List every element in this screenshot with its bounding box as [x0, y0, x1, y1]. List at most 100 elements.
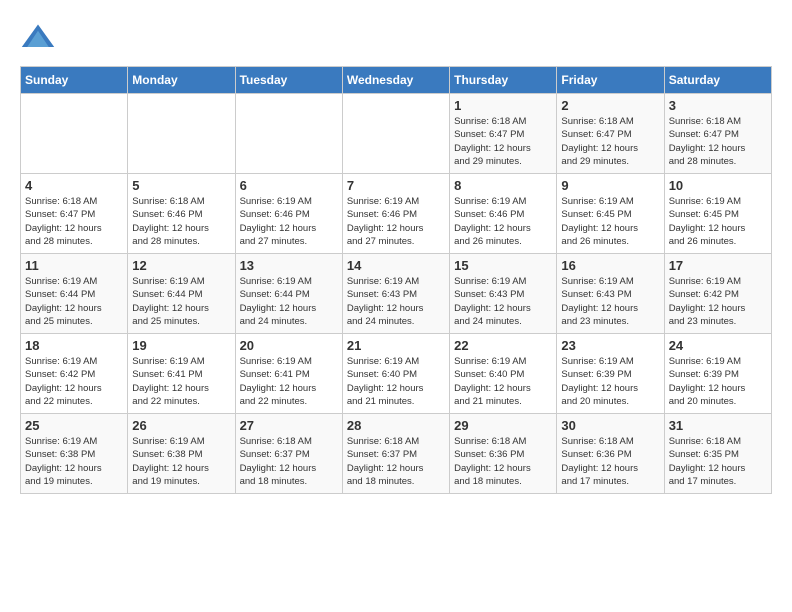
day-number: 13: [240, 258, 338, 273]
day-number: 11: [25, 258, 123, 273]
calendar-header: SundayMondayTuesdayWednesdayThursdayFrid…: [21, 67, 772, 94]
day-cell: 24 Sunrise: 6:19 AM Sunset: 6:39 PM Dayli…: [664, 334, 771, 414]
week-row-2: 4Sunrise: 6:18 AM Sunset: 6:47 PM Daylig…: [21, 174, 772, 254]
day-number: 3: [669, 98, 767, 113]
day-number: 19: [132, 338, 230, 353]
day-cell: 22 Sunrise: 6:19 AM Sunset: 6:40 PM Dayli…: [450, 334, 557, 414]
day-info: Sunrise: 6:19 AM Sunset: 6:41 PM Dayligh…: [132, 355, 230, 408]
day-number: 27: [240, 418, 338, 433]
day-cell: 8 Sunrise: 6:19 AM Sunset: 6:46 PM Daylig…: [450, 174, 557, 254]
header-day-saturday: Saturday: [664, 67, 771, 94]
header-day-sunday: Sunday: [21, 67, 128, 94]
day-cell: 1 Sunrise: 6:18 AM Sunset: 6:47 PM Daylig…: [450, 94, 557, 174]
day-number: 30: [561, 418, 659, 433]
day-number: 5: [132, 178, 230, 193]
day-number: 7: [347, 178, 445, 193]
header-day-wednesday: Wednesday: [342, 67, 449, 94]
day-cell: 6 Sunrise: 6:19 AM Sunset: 6:46 PM Daylig…: [235, 174, 342, 254]
day-cell: 25 Sunrise: 6:19 AM Sunset: 6:38 PM Dayli…: [21, 414, 128, 494]
day-info: Sunrise: 6:19 AM Sunset: 6:44 PM Dayligh…: [240, 275, 338, 328]
day-info: Sunrise: 6:19 AM Sunset: 6:45 PM Dayligh…: [669, 195, 767, 248]
day-info: Sunrise: 6:19 AM Sunset: 6:39 PM Dayligh…: [561, 355, 659, 408]
day-number: 24: [669, 338, 767, 353]
day-number: 10: [669, 178, 767, 193]
day-info: Sunrise: 6:18 AM Sunset: 6:35 PM Dayligh…: [669, 435, 767, 488]
day-cell: 14 Sunrise: 6:19 AM Sunset: 6:43 PM Dayli…: [342, 254, 449, 334]
day-info: Sunrise: 6:18 AM Sunset: 6:47 PM Dayligh…: [669, 115, 767, 168]
day-number: 16: [561, 258, 659, 273]
header-row: SundayMondayTuesdayWednesdayThursdayFrid…: [21, 67, 772, 94]
day-number: 14: [347, 258, 445, 273]
day-number: 6: [240, 178, 338, 193]
day-info: Sunrise: 6:18 AM Sunset: 6:36 PM Dayligh…: [561, 435, 659, 488]
day-info: Sunrise: 6:19 AM Sunset: 6:42 PM Dayligh…: [669, 275, 767, 328]
day-cell: [128, 94, 235, 174]
day-info: Sunrise: 6:18 AM Sunset: 6:47 PM Dayligh…: [454, 115, 552, 168]
day-info: Sunrise: 6:18 AM Sunset: 6:47 PM Dayligh…: [25, 195, 123, 248]
day-number: 21: [347, 338, 445, 353]
day-info: Sunrise: 6:19 AM Sunset: 6:41 PM Dayligh…: [240, 355, 338, 408]
day-number: 15: [454, 258, 552, 273]
day-info: Sunrise: 6:19 AM Sunset: 6:45 PM Dayligh…: [561, 195, 659, 248]
day-info: Sunrise: 6:19 AM Sunset: 6:44 PM Dayligh…: [25, 275, 123, 328]
day-number: 22: [454, 338, 552, 353]
day-cell: 27 Sunrise: 6:18 AM Sunset: 6:37 PM Dayli…: [235, 414, 342, 494]
header-day-friday: Friday: [557, 67, 664, 94]
day-cell: 20Sunrise: 6:19 AM Sunset: 6:41 PM Dayli…: [235, 334, 342, 414]
day-number: 28: [347, 418, 445, 433]
day-cell: 13 Sunrise: 6:19 AM Sunset: 6:44 PM Dayli…: [235, 254, 342, 334]
day-cell: 16 Sunrise: 6:19 AM Sunset: 6:43 PM Dayli…: [557, 254, 664, 334]
logo: [20, 20, 62, 56]
day-cell: 11 Sunrise: 6:19 AM Sunset: 6:44 PM Dayli…: [21, 254, 128, 334]
day-info: Sunrise: 6:19 AM Sunset: 6:43 PM Dayligh…: [347, 275, 445, 328]
day-cell: 31 Sunrise: 6:18 AM Sunset: 6:35 PM Dayli…: [664, 414, 771, 494]
day-info: Sunrise: 6:19 AM Sunset: 6:42 PM Dayligh…: [25, 355, 123, 408]
day-number: 31: [669, 418, 767, 433]
week-row-1: 1 Sunrise: 6:18 AM Sunset: 6:47 PM Daylig…: [21, 94, 772, 174]
day-cell: 5 Sunrise: 6:18 AM Sunset: 6:46 PM Daylig…: [128, 174, 235, 254]
day-number: 29: [454, 418, 552, 433]
day-info: Sunrise: 6:18 AM Sunset: 6:46 PM Dayligh…: [132, 195, 230, 248]
day-number: 17: [669, 258, 767, 273]
day-cell: 12 Sunrise: 6:19 AM Sunset: 6:44 PM Dayli…: [128, 254, 235, 334]
week-row-3: 11 Sunrise: 6:19 AM Sunset: 6:44 PM Dayli…: [21, 254, 772, 334]
header-day-tuesday: Tuesday: [235, 67, 342, 94]
day-cell: 30 Sunrise: 6:18 AM Sunset: 6:36 PM Dayli…: [557, 414, 664, 494]
header-day-monday: Monday: [128, 67, 235, 94]
week-row-5: 25 Sunrise: 6:19 AM Sunset: 6:38 PM Dayli…: [21, 414, 772, 494]
day-cell: 9Sunrise: 6:19 AM Sunset: 6:45 PM Daylig…: [557, 174, 664, 254]
day-number: 2: [561, 98, 659, 113]
day-cell: 3 Sunrise: 6:18 AM Sunset: 6:47 PM Daylig…: [664, 94, 771, 174]
day-cell: 4Sunrise: 6:18 AM Sunset: 6:47 PM Daylig…: [21, 174, 128, 254]
day-cell: [342, 94, 449, 174]
day-info: Sunrise: 6:19 AM Sunset: 6:43 PM Dayligh…: [561, 275, 659, 328]
day-info: Sunrise: 6:19 AM Sunset: 6:46 PM Dayligh…: [347, 195, 445, 248]
day-number: 12: [132, 258, 230, 273]
day-cell: 7 Sunrise: 6:19 AM Sunset: 6:46 PM Daylig…: [342, 174, 449, 254]
day-number: 8: [454, 178, 552, 193]
day-number: 1: [454, 98, 552, 113]
day-info: Sunrise: 6:19 AM Sunset: 6:40 PM Dayligh…: [454, 355, 552, 408]
day-info: Sunrise: 6:19 AM Sunset: 6:39 PM Dayligh…: [669, 355, 767, 408]
day-info: Sunrise: 6:19 AM Sunset: 6:46 PM Dayligh…: [454, 195, 552, 248]
day-cell: 28Sunrise: 6:18 AM Sunset: 6:37 PM Dayli…: [342, 414, 449, 494]
day-info: Sunrise: 6:19 AM Sunset: 6:38 PM Dayligh…: [25, 435, 123, 488]
day-cell: 10 Sunrise: 6:19 AM Sunset: 6:45 PM Dayli…: [664, 174, 771, 254]
day-info: Sunrise: 6:18 AM Sunset: 6:37 PM Dayligh…: [240, 435, 338, 488]
day-cell: 17 Sunrise: 6:19 AM Sunset: 6:42 PM Dayli…: [664, 254, 771, 334]
day-cell: 29Sunrise: 6:18 AM Sunset: 6:36 PM Dayli…: [450, 414, 557, 494]
day-info: Sunrise: 6:19 AM Sunset: 6:43 PM Dayligh…: [454, 275, 552, 328]
day-info: Sunrise: 6:19 AM Sunset: 6:38 PM Dayligh…: [132, 435, 230, 488]
day-number: 25: [25, 418, 123, 433]
calendar-body: 1 Sunrise: 6:18 AM Sunset: 6:47 PM Daylig…: [21, 94, 772, 494]
day-cell: 15 Sunrise: 6:19 AM Sunset: 6:43 PM Dayli…: [450, 254, 557, 334]
page-header: [20, 20, 772, 56]
day-info: Sunrise: 6:19 AM Sunset: 6:40 PM Dayligh…: [347, 355, 445, 408]
day-cell: 26Sunrise: 6:19 AM Sunset: 6:38 PM Dayli…: [128, 414, 235, 494]
day-info: Sunrise: 6:19 AM Sunset: 6:44 PM Dayligh…: [132, 275, 230, 328]
day-number: 18: [25, 338, 123, 353]
day-info: Sunrise: 6:18 AM Sunset: 6:47 PM Dayligh…: [561, 115, 659, 168]
day-info: Sunrise: 6:19 AM Sunset: 6:46 PM Dayligh…: [240, 195, 338, 248]
day-cell: [21, 94, 128, 174]
day-cell: 23Sunrise: 6:19 AM Sunset: 6:39 PM Dayli…: [557, 334, 664, 414]
